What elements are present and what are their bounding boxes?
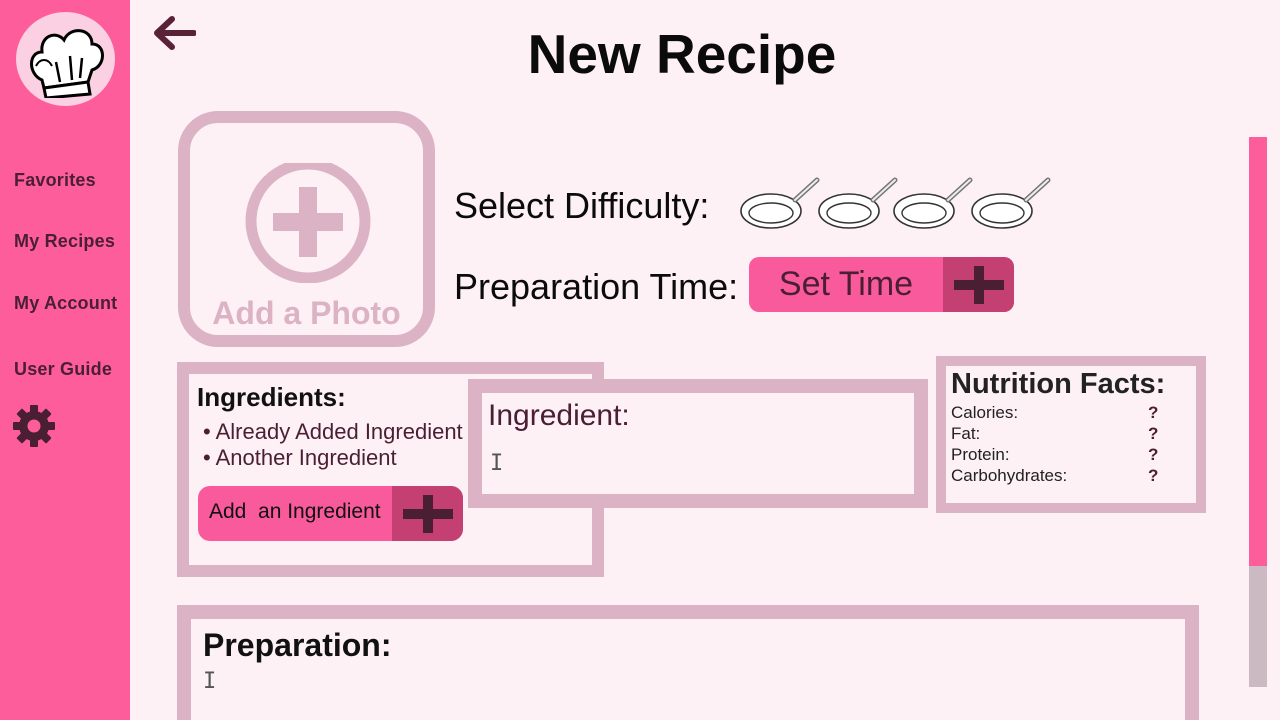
- prep-time-label: Preparation Time:: [454, 266, 739, 307]
- preparation-panel[interactable]: Preparation: I: [177, 605, 1199, 720]
- add-ingredient-label: Add an Ingredient: [209, 500, 381, 523]
- scrollbar[interactable]: [1249, 137, 1267, 687]
- ingredient-item[interactable]: • Already Added Ingredient: [203, 419, 463, 445]
- set-time-label: Set Time: [778, 265, 914, 303]
- frying-pan-icon: [740, 177, 820, 229]
- gear-icon[interactable]: [12, 404, 56, 448]
- nutrition-row-label: Fat:: [951, 424, 981, 443]
- difficulty-pan-3[interactable]: [893, 176, 975, 230]
- nutrition-row-label: Protein:: [951, 445, 1010, 464]
- nutrition-panel: Nutrition Facts: Calories: ? Fat: ? Prot…: [936, 356, 1206, 513]
- nutrition-row-value: ?: [1148, 403, 1159, 422]
- add-photo-icon: [245, 163, 371, 283]
- sidebar-item-user-guide[interactable]: User Guide: [14, 359, 112, 380]
- nutrition-row: Calories: ?: [951, 403, 1181, 423]
- difficulty-pan-4[interactable]: [971, 176, 1053, 230]
- nutrition-row: Protein: ?: [951, 445, 1181, 465]
- page-title-text: New Recipe: [527, 23, 837, 85]
- sidebar-item-my-account[interactable]: My Account: [14, 293, 117, 314]
- difficulty-pan-1[interactable]: [740, 176, 822, 230]
- frying-pan-icon: [818, 177, 898, 229]
- nutrition-row-value: ?: [1148, 466, 1159, 485]
- ingredients-title: Ingredients:: [197, 382, 346, 412]
- frying-pan-icon: [971, 177, 1051, 229]
- set-time-button[interactable]: Set Time: [749, 257, 1014, 312]
- page-title: New Recipe: [0, 22, 1280, 86]
- text-cursor-icon: I: [490, 451, 504, 476]
- ingredient-input-popup[interactable]: Ingredient: I: [468, 379, 928, 508]
- add-photo-label: Add a Photo: [212, 295, 401, 331]
- nutrition-row-value: ?: [1148, 445, 1159, 464]
- text-cursor-icon: I: [203, 669, 217, 694]
- plus-icon: [953, 265, 1004, 304]
- scrollbar-thumb[interactable]: [1249, 137, 1267, 566]
- add-ingredient-button[interactable]: Add an Ingredient: [198, 486, 463, 541]
- nutrition-row-label: Calories:: [951, 403, 1019, 422]
- nutrition-title: Nutrition Facts:: [951, 368, 1166, 400]
- plus-icon: [402, 494, 453, 533]
- sidebar-item-my-recipes[interactable]: My Recipes: [14, 231, 115, 252]
- ingredient-input-label: Ingredient:: [488, 399, 630, 432]
- set-time-plus[interactable]: [943, 257, 1014, 312]
- nutrition-row: Carbohydrates: ?: [951, 466, 1181, 486]
- difficulty-label: Select Difficulty:: [454, 185, 710, 226]
- add-ingredient-plus[interactable]: [392, 486, 463, 541]
- sidebar: Favorites My Recipes My Account User Gui…: [0, 0, 130, 720]
- difficulty-pan-2[interactable]: [818, 176, 900, 230]
- nutrition-row-label: Carbohydrates:: [951, 466, 1068, 485]
- nutrition-row-value: ?: [1148, 424, 1159, 443]
- frying-pan-icon: [893, 177, 973, 229]
- sidebar-item-favorites[interactable]: Favorites: [14, 170, 96, 191]
- nutrition-row: Fat: ?: [951, 424, 1181, 444]
- preparation-title: Preparation:: [203, 627, 392, 663]
- add-photo-button[interactable]: Add a Photo: [178, 111, 435, 347]
- ingredient-item[interactable]: • Another Ingredient: [203, 445, 397, 471]
